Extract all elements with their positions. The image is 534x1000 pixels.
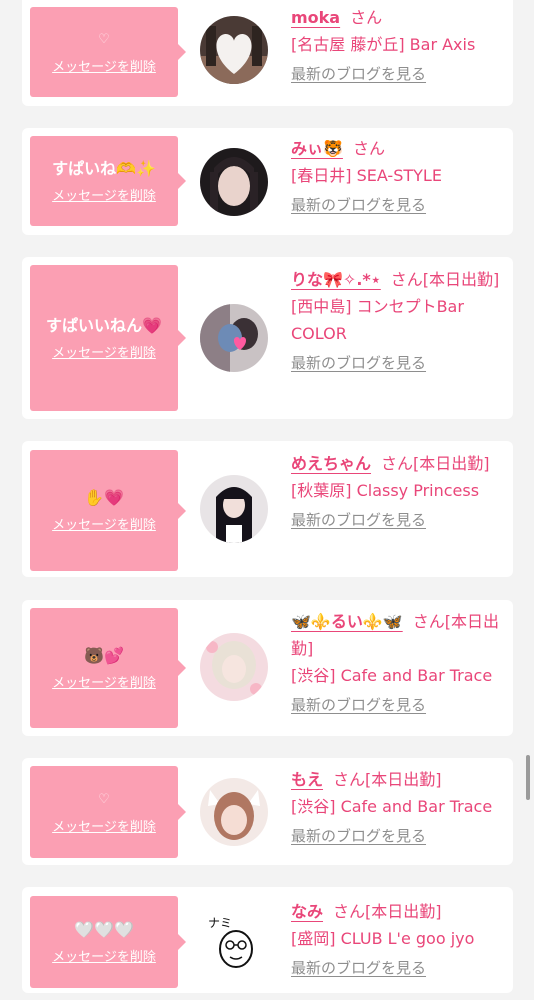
message-bubble: すぱいいねん💗 メッセージを削除 [30, 265, 186, 411]
name-line: もえ さん[本日出勤] [291, 766, 503, 793]
list-item: 🐻💕 メッセージを削除 🦋⚜️るい⚜️🦋 さん[本日出勤] [渋谷] Cafe a… [22, 600, 513, 736]
message-text: ♡ [98, 791, 110, 807]
name-suffix: さん [352, 139, 385, 158]
name-line: なみ さん[本日出勤] [291, 898, 503, 925]
message-text: すぱいいねん💗 [46, 315, 162, 335]
message-bubble: ♡ メッセージを削除 [30, 7, 186, 97]
list-item: すぱいね🫶✨ メッセージを削除 みぃ🐯 さん [春日井] SEA-STYLE 最新… [22, 128, 513, 235]
blog-link[interactable]: 最新のブログを見る [291, 351, 426, 375]
message-text: 🐻💕 [84, 645, 124, 665]
blog-link[interactable]: 最新のブログを見る [291, 508, 426, 532]
name-line: りな🎀✧.*⋆ さん[本日出勤] [291, 266, 503, 293]
name-line: みぃ🐯 さん [291, 135, 503, 162]
blog-link[interactable]: 最新のブログを見る [291, 62, 426, 86]
member-info: みぃ🐯 さん [春日井] SEA-STYLE 最新のブログを見る [291, 135, 503, 217]
delete-message-link[interactable]: メッセージを削除 [52, 816, 156, 835]
avatar-caption: ナミ [208, 916, 232, 930]
member-name-link[interactable]: りな🎀✧.*⋆ [291, 270, 381, 289]
member-info: なみ さん[本日出勤] [盛岡] CLUB L'e goo jyo 最新のブログを… [291, 898, 503, 980]
name-suffix: さん[本日出勤] [381, 454, 490, 473]
delete-message-link[interactable]: メッセージを削除 [52, 342, 156, 361]
delete-message-link[interactable]: メッセージを削除 [52, 56, 156, 75]
blog-link[interactable]: 最新のブログを見る [291, 956, 426, 980]
delete-message-link[interactable]: メッセージを削除 [52, 946, 156, 965]
name-suffix: さん [350, 8, 383, 27]
message-text: ♡ [98, 31, 110, 47]
member-info: moka さん [名古屋 藤が丘] Bar Axis 最新のブログを見る [291, 4, 503, 86]
message-bubble: ♡ メッセージを削除 [30, 766, 186, 858]
member-name-link[interactable]: もえ [291, 770, 323, 789]
delete-message-link[interactable]: メッセージを削除 [52, 185, 156, 204]
avatar[interactable]: ナミ [200, 907, 268, 975]
scrollbar[interactable] [526, 755, 530, 800]
shop-label: [春日井] SEA-STYLE [291, 166, 442, 185]
message-bubble: 🐻💕 メッセージを削除 [30, 608, 186, 728]
shop-label: [盛岡] CLUB L'e goo jyo [291, 929, 475, 948]
message-bubble: ✋💗 メッセージを削除 [30, 450, 186, 571]
name-suffix: さん[本日出勤] [333, 902, 442, 921]
list-item: すぱいいねん💗 メッセージを削除 りな🎀✧.*⋆ さん[本日出勤] [西中島] コ… [22, 257, 513, 419]
avatar[interactable] [200, 304, 268, 372]
member-name-link[interactable]: みぃ🐯 [291, 139, 343, 158]
avatar[interactable] [200, 778, 268, 846]
avatar[interactable] [200, 475, 268, 543]
blog-link[interactable]: 最新のブログを見る [291, 693, 426, 717]
blog-link[interactable]: 最新のブログを見る [291, 193, 426, 217]
list-item: ♡ メッセージを削除 moka さん [名古屋 藤が丘] Bar Axis 最新の… [22, 0, 513, 106]
avatar[interactable] [200, 16, 268, 84]
member-name-link[interactable]: なみ [291, 902, 323, 921]
message-text: すぱいね🫶✨ [52, 158, 156, 178]
list-item: ♡ メッセージを削除 もえ さん[本日出勤] [渋谷] Cafe and Bar … [22, 758, 513, 865]
delete-message-link[interactable]: メッセージを削除 [52, 672, 156, 691]
member-info: 🦋⚜️るい⚜️🦋 さん[本日出勤] [渋谷] Cafe and Bar Trace… [291, 608, 503, 717]
name-line: めえちゃん さん[本日出勤] [291, 450, 503, 477]
name-suffix: さん[本日出勤] [333, 770, 442, 789]
message-bubble: 🤍🤍🤍 メッセージを削除 [30, 896, 186, 988]
member-info: もえ さん[本日出勤] [渋谷] Cafe and Bar Trace 最新のブロ… [291, 766, 503, 848]
message-bubble: すぱいね🫶✨ メッセージを削除 [30, 136, 186, 226]
list-item: ✋💗 メッセージを削除 めえちゃん さん[本日出勤] [秋葉原] Classy P… [22, 441, 513, 577]
message-text: ✋💗 [84, 488, 124, 507]
member-name-link[interactable]: moka [291, 8, 340, 27]
member-name-link[interactable]: めえちゃん [291, 454, 371, 473]
shop-label: [秋葉原] Classy Princess [291, 481, 480, 500]
blog-link[interactable]: 最新のブログを見る [291, 824, 426, 848]
shop-label: [西中島] コンセプトBar COLOR [291, 297, 464, 343]
name-suffix: さん[本日出勤] [390, 270, 500, 289]
name-line: 🦋⚜️るい⚜️🦋 さん[本日出勤] [291, 608, 503, 662]
shop-label: [渋谷] Cafe and Bar Trace [291, 797, 493, 816]
member-info: めえちゃん さん[本日出勤] [秋葉原] Classy Princess 最新のブ… [291, 450, 503, 532]
avatar[interactable] [200, 148, 268, 216]
message-text: 🤍🤍🤍 [74, 919, 134, 939]
shop-label: [渋谷] Cafe and Bar Trace [291, 666, 493, 685]
shop-label: [名古屋 藤が丘] Bar Axis [291, 35, 476, 54]
name-line: moka さん [291, 4, 503, 31]
member-name-link[interactable]: 🦋⚜️るい⚜️🦋 [291, 612, 403, 631]
delete-message-link[interactable]: メッセージを削除 [52, 514, 156, 533]
member-info: りな🎀✧.*⋆ さん[本日出勤] [西中島] コンセプトBar COLOR 最新の… [291, 266, 503, 375]
avatar[interactable] [200, 633, 268, 701]
list-item: 🤍🤍🤍 メッセージを削除 ナミ なみ さん[本日出勤] [盛岡] CLUB L'e… [22, 887, 513, 993]
